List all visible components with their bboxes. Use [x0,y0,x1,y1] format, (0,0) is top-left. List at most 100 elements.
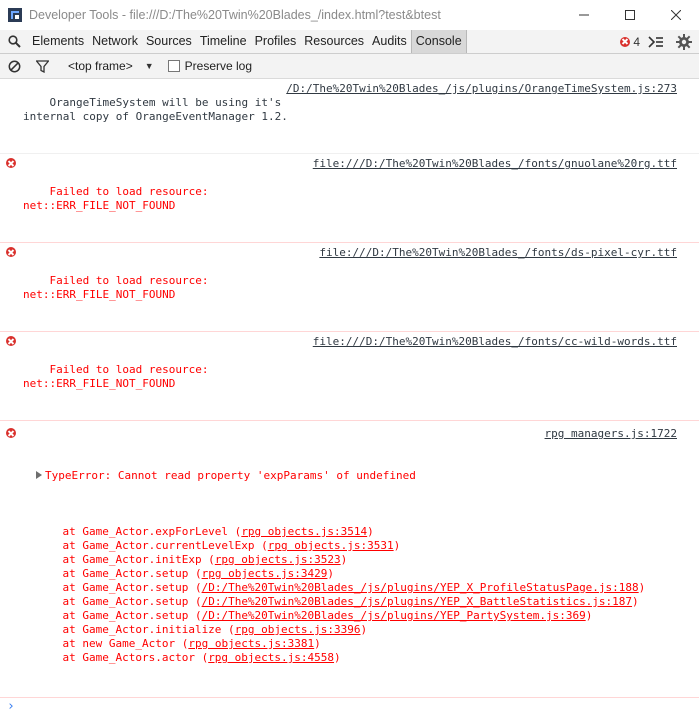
stack-frame-text: at Game_Actor.currentLevelExp ( [36,539,268,552]
prompt-chevron-icon: › [7,699,15,714]
stack-frame-close: ) [393,539,401,552]
stack-frame-text: at Game_Actor.setup ( [36,567,202,580]
maximize-button[interactable] [607,0,653,30]
drawer-toggle-button[interactable] [648,35,664,48]
gear-icon [676,33,692,50]
search-button[interactable] [0,30,28,53]
stack-frame-text: at Game_Actor.setup ( [36,581,202,594]
stack-trace: at Game_Actor.expForLevel (rpg objects.j… [23,525,677,665]
tab-sources[interactable]: Sources [142,30,196,53]
stack-frame-link[interactable]: rpg objects.js:3523 [215,553,341,566]
close-button[interactable] [653,0,699,30]
stack-frame-close: ) [638,581,646,594]
panel-tab-bar: Elements Network Sources Timeline Profil… [0,30,699,54]
drawer-toggle-icon [648,35,663,48]
frame-selector[interactable]: <top frame> ▼ [68,59,154,73]
stack-frame-close: ) [327,567,335,580]
tab-network[interactable]: Network [88,30,142,53]
stack-frame-link[interactable]: rpg objects.js:4558 [208,651,334,664]
window-title: Developer Tools - file:///D:/The%20Twin%… [29,8,441,22]
expand-triangle-icon[interactable] [36,471,42,479]
error-icon [6,247,16,257]
console-message: OrangeTimeSystem will be using it's inte… [0,79,699,154]
stack-frame: at Game_Actor.setup (/D:/The%20Twin%20Bl… [36,609,677,623]
tab-resources[interactable]: Resources [300,30,368,53]
type-error-header[interactable]: TypeError: Cannot read property 'expPara… [23,469,677,483]
tab-console[interactable]: Console [410,30,467,53]
error-icon [620,36,631,47]
stack-frame: at new Game_Actor (rpg objects.js:3381) [36,637,677,651]
preserve-log-checkbox[interactable] [167,60,180,72]
clear-console-icon [8,60,20,72]
error-icon [6,336,16,346]
stack-frame-text: at Game_Actor.initExp ( [36,553,215,566]
devtools-app-icon [8,8,22,22]
stack-frame-close: ) [334,651,341,664]
clear-console-button[interactable] [0,54,28,78]
stack-frame-close: ) [340,553,348,566]
message-source-link[interactable]: /D:/The%20Twin%20Blades_/js/plugins/Oran… [286,82,677,96]
minimize-button[interactable] [561,0,607,30]
stack-frame-text: at Game_Actor.initialize ( [36,623,235,636]
stack-frame-close: ) [360,623,368,636]
frame-selector-value: <top frame> [68,59,133,73]
message-text: Failed to load resource: net::ERR_FILE_N… [23,363,209,390]
tab-profiles[interactable]: Profiles [251,30,301,53]
console-error-message: Failed to load resource: net::ERR_FILE_N… [0,154,699,243]
message-source-link[interactable]: file:///D:/The%20Twin%20Blades_/fonts/ds… [319,246,677,260]
stack-frame-link[interactable]: rpg objects.js:3381 [188,637,314,650]
search-icon [7,35,21,48]
filter-button[interactable] [28,54,56,78]
stack-frame-link[interactable]: /D:/The%20Twin%20Blades_/js/plugins/YEP_… [202,609,586,622]
stack-frame: at Game_Actor.currentLevelExp (rpg objec… [36,539,677,553]
stack-frame-close: ) [632,595,639,608]
message-text: Failed to load resource: net::ERR_FILE_N… [23,274,209,301]
message-source-link[interactable]: file:///D:/The%20Twin%20Blades_/fonts/gn… [313,157,677,171]
error-count: 4 [633,34,640,49]
stack-frame-link[interactable]: rpg objects.js:3429 [202,567,328,580]
stack-frame-link[interactable]: rpg objects.js:3396 [235,623,361,636]
tab-elements[interactable]: Elements [28,30,88,53]
filter-icon [35,59,49,73]
type-error-source-link[interactable]: rpg managers.js:1722 [545,427,677,441]
stack-frame: at Game_Actor.initExp (rpg objects.js:35… [36,553,677,567]
stack-frame: at Game_Actor.setup (/D:/The%20Twin%20Bl… [36,595,677,609]
error-counter[interactable]: 4 [620,35,640,49]
console-error-message: Failed to load resource: net::ERR_FILE_N… [0,243,699,332]
stack-frame-link[interactable]: /D:/The%20Twin%20Blades_/js/plugins/YEP_… [202,595,632,608]
stack-frame-text: at new Game_Actor ( [36,637,189,650]
error-icon [6,428,16,438]
message-text: Failed to load resource: net::ERR_FILE_N… [23,185,209,212]
window-title-bar: Developer Tools - file:///D:/The%20Twin%… [0,0,699,30]
console-prompt[interactable]: › [0,698,699,718]
message-text: OrangeTimeSystem will be using it's inte… [23,96,288,123]
stack-frame-close: ) [585,609,593,622]
type-error-text: TypeError: Cannot read property 'expPara… [45,469,416,482]
dropdown-arrow-icon: ▼ [144,61,154,71]
stack-frame: at Game_Actors.actor (rpg objects.js:455… [36,651,677,665]
settings-button[interactable] [676,33,692,50]
tab-timeline[interactable]: Timeline [196,30,251,53]
stack-frame-text: at Game_Actor.setup ( [36,595,202,608]
console-messages: OrangeTimeSystem will be using it's inte… [0,79,699,714]
minimize-icon [579,14,589,16]
stack-frame: at Game_Actor.setup (rpg objects.js:3429… [36,567,677,581]
stack-frame: at Game_Actor.initialize (rpg objects.js… [36,623,677,637]
stack-frame-link[interactable]: /D:/The%20Twin%20Blades_/js/plugins/YEP_… [202,581,639,594]
error-icon [6,158,16,168]
stack-frame: at Game_Actor.setup (/D:/The%20Twin%20Bl… [36,581,677,595]
stack-frame-close: ) [314,637,321,650]
tab-audits[interactable]: Audits [368,30,411,53]
console-error-message: Failed to load resource: net::ERR_FILE_N… [0,332,699,421]
stack-frame-text: at Game_Actor.setup ( [36,609,202,622]
maximize-icon [625,10,635,20]
stack-frame-text: at Game_Actors.actor ( [36,651,209,664]
stack-frame-link[interactable]: rpg objects.js:3531 [268,539,394,552]
preserve-log-label: Preserve log [184,59,253,73]
message-source-link[interactable]: file:///D:/The%20Twin%20Blades_/fonts/cc… [313,335,677,349]
stack-frame: at Game_Actor.expForLevel (rpg objects.j… [36,525,677,539]
console-toolbar: <top frame> ▼ Preserve log [0,54,699,79]
console-type-error: TypeError: Cannot read property 'expPara… [0,421,699,698]
preserve-log-toggle[interactable]: Preserve log [167,59,253,73]
close-icon [671,10,681,20]
